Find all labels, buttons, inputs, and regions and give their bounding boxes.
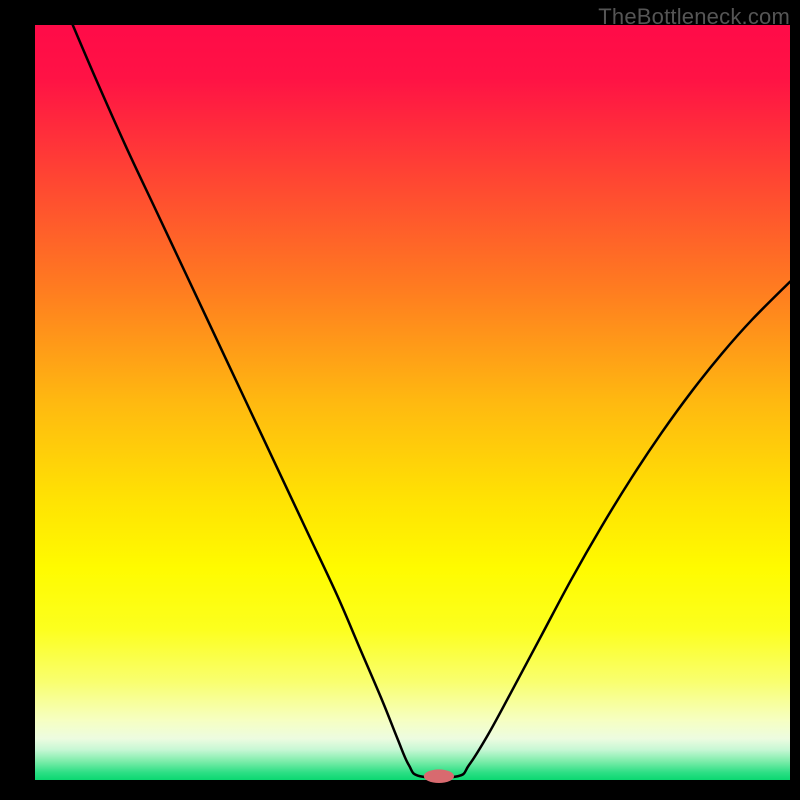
chart-container: TheBottleneck.com (0, 0, 800, 800)
bottleneck-curve-chart (0, 0, 800, 800)
optimal-point-marker (424, 769, 454, 783)
watermark-text: TheBottleneck.com (598, 4, 790, 30)
plot-area (35, 25, 790, 780)
